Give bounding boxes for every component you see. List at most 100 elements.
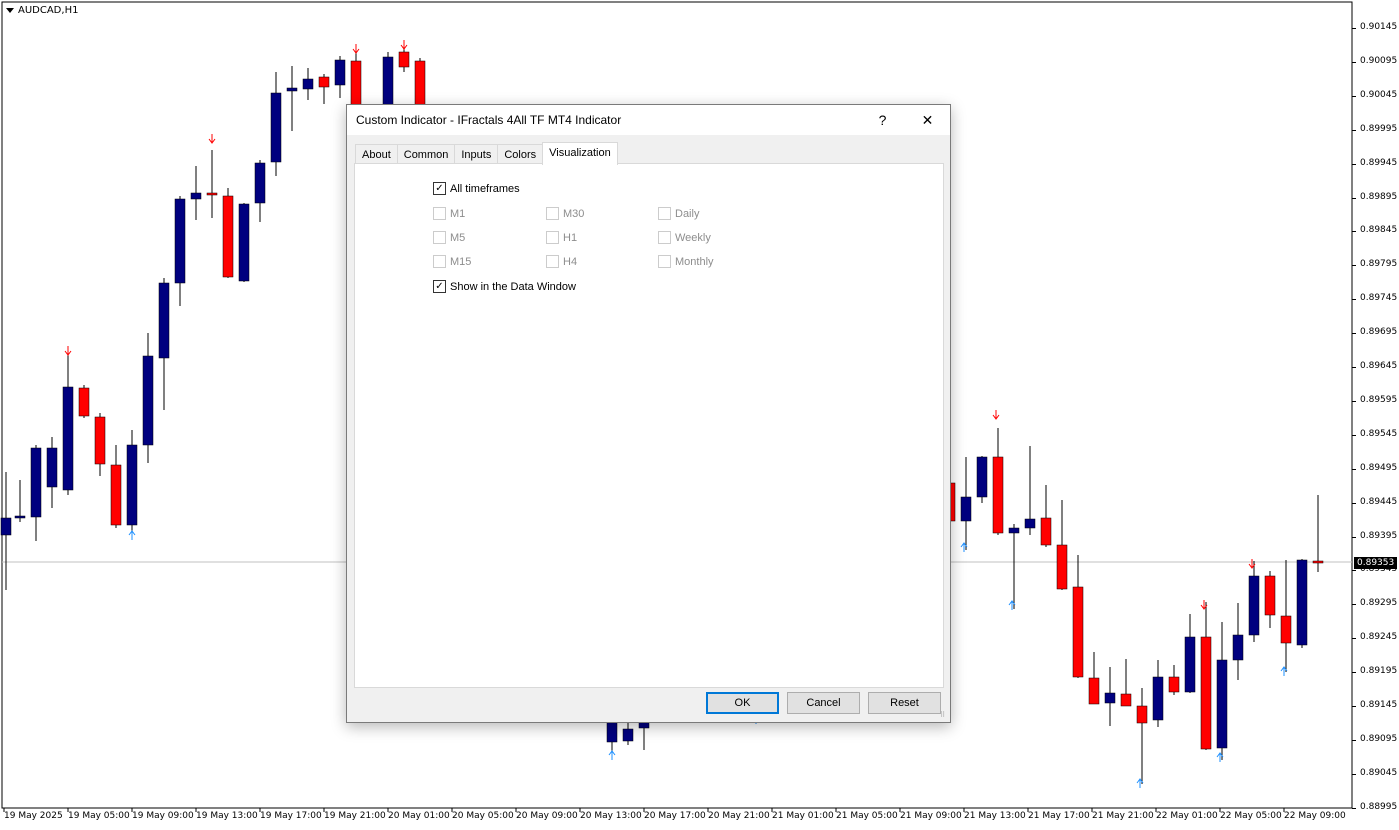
h4-checkbox: H4 [546,255,577,268]
price-tick [1352,197,1356,199]
price-tick-label: 0.89195 [1360,666,1398,677]
price-tick-label: 0.89045 [1360,767,1398,778]
candle-body [398,51,410,68]
h4-label: H4 [563,255,578,268]
candle-body [1312,560,1324,564]
checkbox-box [546,207,559,220]
h1-label: H1 [563,231,578,244]
price-tick [1352,434,1356,436]
price-tick-label: 0.90145 [1360,22,1398,32]
price-tick [1352,28,1356,29]
price-tick [1352,706,1356,707]
price-tick [1352,468,1356,470]
candle-body [1120,693,1132,707]
monthly-label: Monthly [675,255,714,268]
tab-visualization[interactable]: Visualization [542,142,618,165]
time-tick-label: 20 May 13:00 [580,811,642,821]
price-tick [1352,604,1356,606]
dropdown-triangle-icon[interactable] [6,8,14,13]
time-tick-label: 20 May 05:00 [452,811,514,821]
candle-body [414,60,426,111]
tab-about[interactable]: About [355,144,398,165]
cancel-button[interactable]: Cancel [787,692,860,714]
candle-body [142,355,154,446]
candle-body [1104,692,1116,704]
price-tick [1352,231,1356,233]
m15-checkbox: M15 [433,255,471,268]
time-tick-label: 19 May 09:00 [132,811,194,821]
all-timeframes-checkbox[interactable]: ✓ All timeframes [433,182,520,195]
candle-body [14,515,26,519]
time-tick-label: 21 May 05:00 [836,811,898,821]
price-tick-label: 0.88995 [1360,801,1398,812]
dialog-title-bar[interactable]: Custom Indicator - IFractals 4All TF MT4… [347,105,950,135]
candle-body [1296,559,1308,646]
time-tick-label: 21 May 17:00 [1028,811,1090,821]
candle-body [1232,634,1244,661]
candle-body [1216,659,1228,749]
all-timeframes-label: All timeframes [450,182,520,195]
price-tick [1352,129,1356,131]
candle-body [976,456,988,498]
ok-button[interactable]: OK [706,692,779,714]
checkbox-box [658,207,671,220]
time-tick-label: 21 May 13:00 [964,811,1026,821]
close-button[interactable]: ✕ [905,105,950,135]
resize-grip-icon[interactable]: ⠿ [940,712,948,720]
candle-body [1088,677,1100,705]
show-data-window-checkbox[interactable]: ✓ Show in the Data Window [433,280,576,293]
price-tick [1352,333,1356,335]
candle-body [1200,636,1212,750]
candle-body [1008,527,1020,534]
m30-label: M30 [563,207,585,220]
tab-common[interactable]: Common [396,144,456,165]
m1-label: M1 [450,207,466,220]
price-tick-label: 0.89545 [1360,428,1398,439]
candle-body [1264,575,1276,616]
candle-body [1152,676,1164,721]
candle-body [94,416,106,465]
price-tick-label: 0.89695 [1360,327,1398,338]
daily-label: Daily [675,207,700,220]
tab-colors[interactable]: Colors [497,144,544,165]
candle-body [1168,676,1180,693]
checkbox-box [433,231,446,244]
price-tick-label: 0.89645 [1360,361,1398,371]
price-tick-label: 0.90045 [1360,89,1398,100]
checkmark-icon: ✓ [433,280,446,293]
time-tick-label: 22 May 05:00 [1220,811,1282,821]
symbol-label: AUDCAD,H1 [6,5,78,16]
time-tick-label: 20 May 01:00 [388,811,450,821]
candle-body [126,444,138,526]
price-tick-label: 0.89745 [1360,293,1398,304]
price-tick [1352,95,1356,97]
reset-button[interactable]: Reset [868,692,941,714]
candle-body [254,162,266,204]
price-tick-label: 0.89895 [1360,191,1398,202]
candle-body [158,282,170,359]
checkbox-box [433,207,446,220]
m30-checkbox: M30 [546,207,584,220]
price-tick [1352,536,1356,538]
visualization-panel: ✓ All timeframes M1 M5 M15 M30 H1 H4 Dai… [354,163,944,688]
checkbox-box [658,255,671,268]
time-tick-label: 22 May 09:00 [1284,811,1346,821]
candle-body [992,456,1004,534]
checkbox-box [433,255,446,268]
candle-body [1248,575,1260,636]
time-tick-label: 22 May 01:00 [1156,811,1218,821]
checkbox-box [546,255,559,268]
price-tick-label: 0.89245 [1360,632,1398,643]
time-tick-label: 21 May 21:00 [1092,811,1154,821]
candle-body [190,192,202,200]
price-tick-label: 0.89845 [1360,225,1398,236]
time-tick-label: 21 May 01:00 [772,811,834,821]
time-tick-label: 19 May 05:00 [68,811,130,821]
checkbox-box [658,231,671,244]
price-tick [1352,61,1356,63]
price-tick-label: 0.89795 [1360,259,1398,270]
candle-body [222,195,234,278]
help-button[interactable]: ? [860,105,905,135]
candle-body [30,447,42,518]
tab-inputs[interactable]: Inputs [454,144,499,165]
